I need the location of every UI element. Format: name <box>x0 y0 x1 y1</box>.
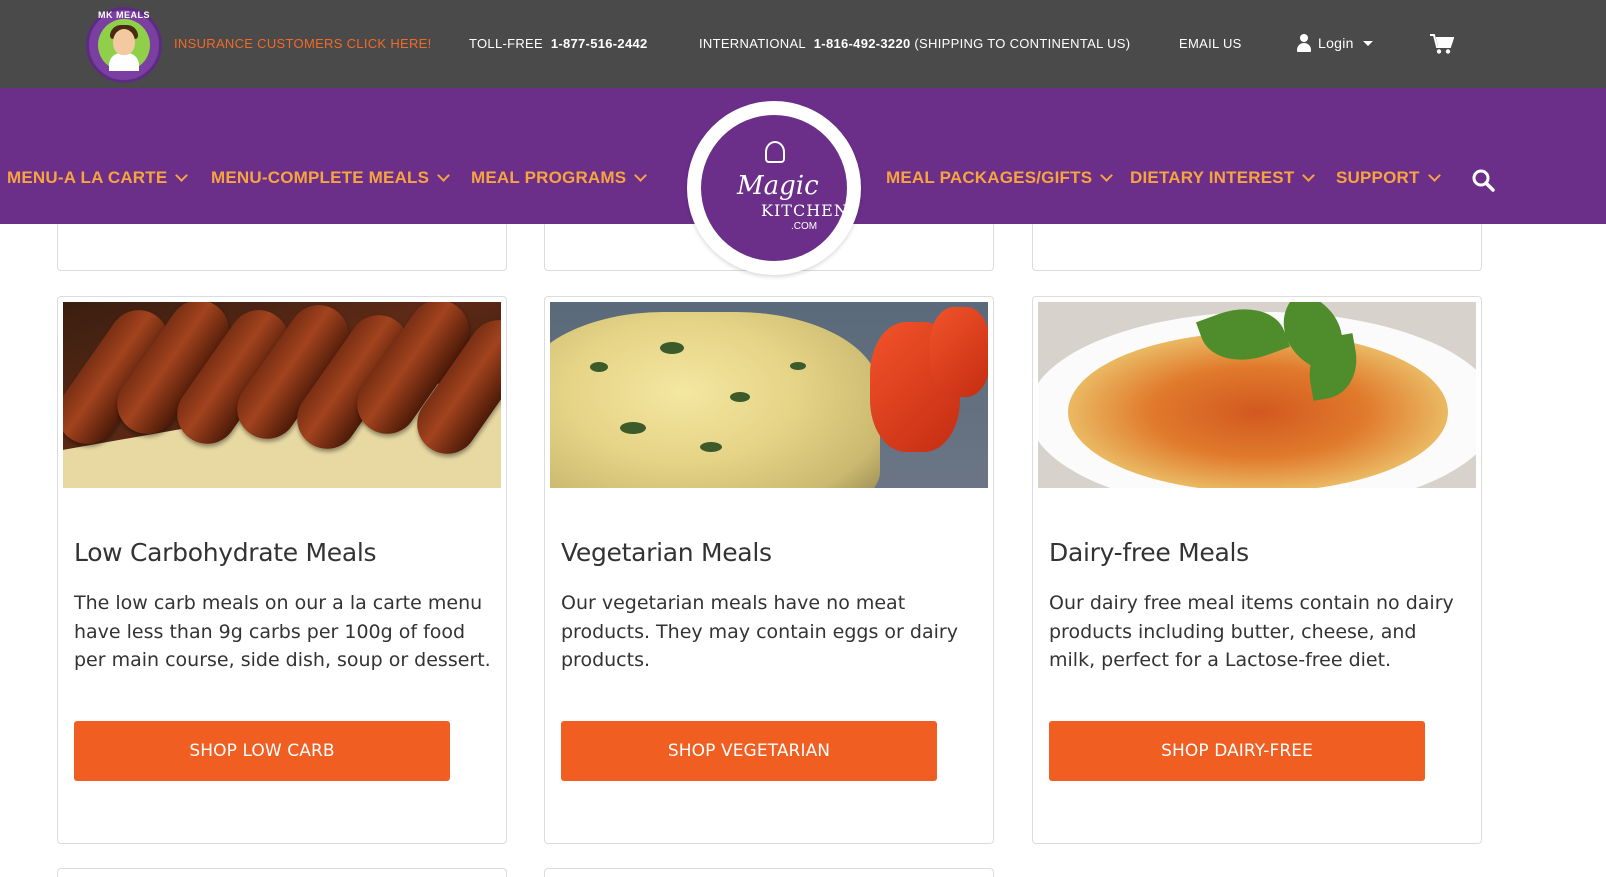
chef-hat-icon <box>765 141 785 163</box>
tollfree-number[interactable]: 1-877-516-2442 <box>551 36 648 51</box>
intl-number[interactable]: 1-816-492-3220 <box>814 36 911 51</box>
chevron-down-icon <box>437 169 451 182</box>
cart-icon[interactable] <box>1430 33 1454 55</box>
shop-low-carb-button[interactable]: SHOP LOW CARB <box>74 721 450 781</box>
nav-label: SUPPORT <box>1336 168 1420 187</box>
card-dairy-free: Dairy-free Meals Our dairy free meal ite… <box>1032 296 1482 844</box>
user-icon <box>1296 34 1312 52</box>
nav-label: MENU-A LA CARTE <box>7 168 168 187</box>
intl-note: (SHIPPING TO CONTINENTAL US) <box>914 36 1131 51</box>
tollfree-label: TOLL-FREE <box>469 36 543 51</box>
mk-meals-logo[interactable]: MK MEALS <box>86 7 162 83</box>
tollfree-phone[interactable]: TOLL-FREE 1-877-516-2442 <box>469 36 648 51</box>
nav-dietary-interest[interactable]: DIETARY INTEREST <box>1130 168 1316 188</box>
nav-meal-packages-gifts[interactable]: MEAL PACKAGES/GIFTS <box>886 168 1114 188</box>
card-title: Vegetarian Meals <box>561 538 772 567</box>
chef-avatar-icon <box>98 19 150 71</box>
chevron-down-icon <box>1100 169 1114 182</box>
shop-dairy-free-button[interactable]: SHOP DAIRY-FREE <box>1049 721 1425 781</box>
logo-word-com: .COM <box>791 221 818 232</box>
nav-menu-complete-meals[interactable]: MENU-COMPLETE MEALS <box>211 168 451 188</box>
logo-word-magic: Magic <box>737 171 819 201</box>
nav-label: MEAL PACKAGES/GIFTS <box>886 168 1093 187</box>
chevron-down-icon <box>175 169 189 182</box>
nav-support[interactable]: SUPPORT <box>1336 168 1441 188</box>
nav-label: MEAL PROGRAMS <box>471 168 627 187</box>
chevron-down-icon <box>634 169 648 182</box>
card-description: Our dairy free meal items contain no dai… <box>1049 592 1454 671</box>
top-bar: MK MEALS INSURANCE CUSTOMERS CLICK HERE!… <box>0 0 1606 88</box>
login-label: Login <box>1318 35 1354 51</box>
low-carb-image[interactable] <box>63 302 501 488</box>
nav-meal-programs[interactable]: MEAL PROGRAMS <box>471 168 648 188</box>
chevron-down-icon <box>1427 169 1441 182</box>
intl-label: INTERNATIONAL <box>699 36 806 51</box>
card-title: Dairy-free Meals <box>1049 538 1249 567</box>
nav-label: DIETARY INTEREST <box>1130 168 1295 187</box>
shop-vegetarian-button[interactable]: SHOP VEGETARIAN <box>561 721 937 781</box>
vegetarian-image[interactable] <box>550 302 988 488</box>
magic-kitchen-logo[interactable]: Magic KITCHEN .COM <box>687 101 861 275</box>
chevron-down-icon <box>1302 169 1316 182</box>
card-partial <box>1032 224 1482 271</box>
login-dropdown[interactable]: Login <box>1296 34 1373 52</box>
caret-down-icon <box>1362 40 1373 46</box>
email-us-link[interactable]: EMAIL US <box>1179 36 1242 51</box>
logo-word-kitchen: KITCHEN <box>761 201 849 220</box>
card-low-carb: Low Carbohydrate Meals The low carb meal… <box>57 296 507 844</box>
search-icon[interactable] <box>1471 168 1495 192</box>
insurance-link[interactable]: INSURANCE CUSTOMERS CLICK HERE! <box>174 36 432 51</box>
dairy-free-image[interactable] <box>1038 302 1476 488</box>
card-description: The low carb meals on our a la carte men… <box>74 592 491 671</box>
card-partial <box>57 868 507 877</box>
card-vegetarian: Vegetarian Meals Our vegetarian meals ha… <box>544 296 994 844</box>
card-description: Our vegetarian meals have no meat produc… <box>561 592 958 671</box>
card-title: Low Carbohydrate Meals <box>74 538 377 567</box>
card-partial <box>57 224 507 271</box>
international-phone[interactable]: INTERNATIONAL 1-816-492-3220 (SHIPPING T… <box>699 36 1130 51</box>
nav-label: MENU-COMPLETE MEALS <box>211 168 430 187</box>
card-partial <box>544 868 994 877</box>
nav-menu-a-la-carte[interactable]: MENU-A LA CARTE <box>7 168 189 188</box>
